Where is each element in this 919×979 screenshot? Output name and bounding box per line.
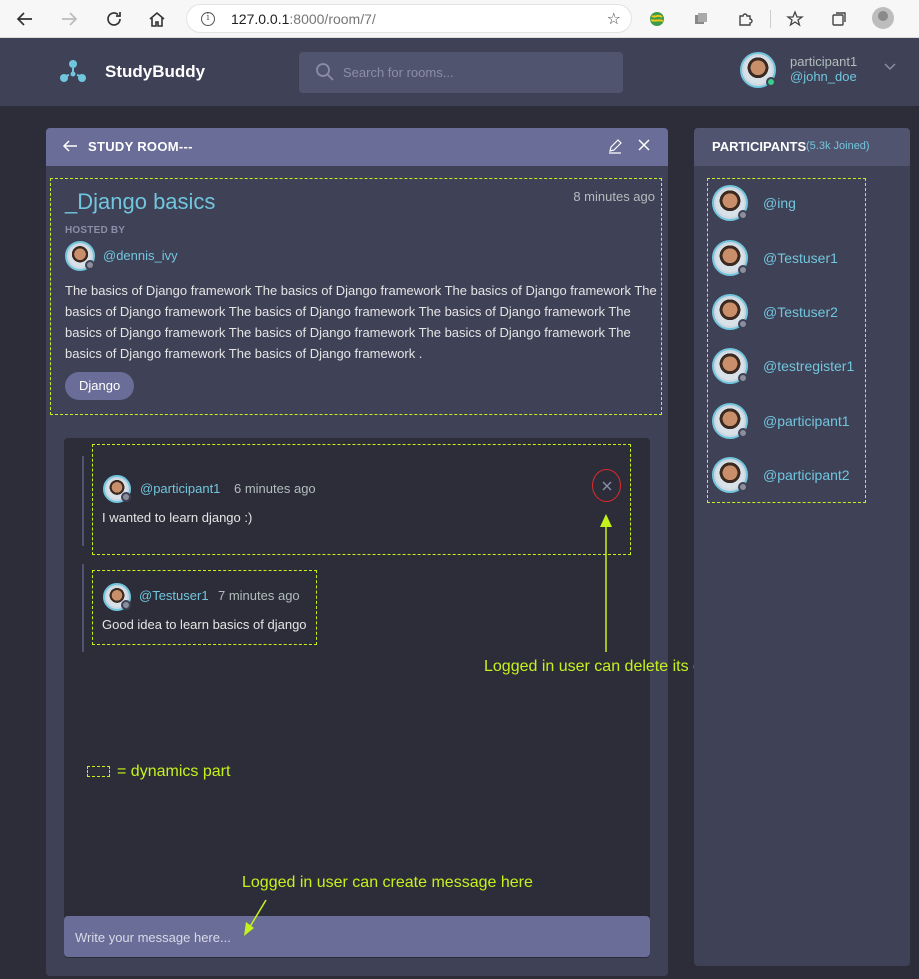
browser-toolbar: i 127.0.0.1:8000/room/7/ ☆ xyxy=(0,0,919,38)
room-header: STUDY ROOM--- xyxy=(46,128,668,166)
room-description: The basics of Django framework The basic… xyxy=(65,283,657,361)
participants-list: @ing @Testuser1 @Testuser2 @testregister… xyxy=(707,178,866,503)
offline-status-dot xyxy=(738,210,748,220)
brand-name[interactable]: StudyBuddy xyxy=(105,62,205,82)
participant-avatar[interactable] xyxy=(712,348,748,384)
offline-status-dot xyxy=(85,260,95,270)
participants-count: (5.3k Joined) xyxy=(806,140,870,152)
app-header: StudyBuddy participant1 @john_doe xyxy=(0,38,919,106)
host-avatar[interactable] xyxy=(65,241,95,271)
dynamic-legend-swatch xyxy=(87,766,110,777)
participant-item[interactable]: @ing xyxy=(712,185,862,223)
extension-tabs-icon[interactable] xyxy=(690,8,712,30)
close-icon[interactable] xyxy=(636,137,652,153)
studybuddy-logo-icon[interactable] xyxy=(58,59,88,85)
room-search[interactable] xyxy=(299,52,623,93)
message-time: 7 minutes ago xyxy=(218,588,300,603)
user-avatar[interactable] xyxy=(740,52,776,88)
browser-profile-icon[interactable] xyxy=(872,7,894,29)
message-input[interactable] xyxy=(75,927,635,947)
message-time: 6 minutes ago xyxy=(234,481,316,496)
legend-annotation-note: = dynamics part xyxy=(117,763,231,780)
participants-header: PARTICIPANTS (5.3k Joined) xyxy=(694,128,910,166)
participant-avatar[interactable] xyxy=(712,457,748,493)
user-handle: @john_doe xyxy=(790,69,857,84)
forward-arrow-icon[interactable] xyxy=(56,6,82,32)
participant-item[interactable]: @participant2 xyxy=(712,457,862,495)
participant-name[interactable]: @participant2 xyxy=(763,467,850,483)
participant-avatar[interactable] xyxy=(712,185,748,221)
extension-globe-icon[interactable] xyxy=(646,8,668,30)
participant-name[interactable]: @testregister1 xyxy=(763,358,854,374)
participant-name[interactable]: @Testuser2 xyxy=(763,304,838,320)
back-arrow-icon[interactable] xyxy=(12,6,38,32)
room-created-time: 8 minutes ago xyxy=(573,189,655,204)
participant-avatar[interactable] xyxy=(712,294,748,330)
add-favorite-icon[interactable]: ☆ xyxy=(607,9,621,28)
message-thread-line xyxy=(82,456,84,546)
extensions-puzzle-icon[interactable] xyxy=(734,8,756,30)
message-thread-line xyxy=(82,564,84,652)
room-details: _Django basics 8 minutes ago HOSTED BY @… xyxy=(50,178,662,415)
participant-avatar[interactable] xyxy=(712,403,748,439)
search-icon xyxy=(315,62,335,82)
room-panel: STUDY ROOM--- _Django basics 8 minutes a… xyxy=(46,128,668,976)
offline-status-dot xyxy=(738,265,748,275)
participant-item[interactable]: @testregister1 xyxy=(712,348,862,386)
collections-icon[interactable] xyxy=(828,8,850,30)
host-name-link[interactable]: @dennis_ivy xyxy=(103,248,178,263)
message-body: Good idea to learn basics of django xyxy=(102,617,307,632)
reload-icon[interactable] xyxy=(101,6,127,32)
offline-status-dot xyxy=(738,319,748,329)
favorites-icon[interactable] xyxy=(784,8,806,30)
room-name: _Django basics xyxy=(65,189,216,214)
participant-item[interactable]: @participant1 xyxy=(712,403,862,441)
create-annotation-note: Logged in user can create message here xyxy=(242,874,533,891)
offline-status-dot xyxy=(121,492,131,502)
message-item: @participant1 6 minutes ago I wanted to … xyxy=(92,444,631,555)
message-author[interactable]: @Testuser1 xyxy=(139,588,209,603)
search-input[interactable] xyxy=(343,62,603,82)
message-composer[interactable] xyxy=(64,916,650,957)
edit-pencil-icon[interactable] xyxy=(607,138,623,154)
message-item: @Testuser1 7 minutes ago Good idea to le… xyxy=(92,570,317,645)
participant-avatar[interactable] xyxy=(712,240,748,276)
user-menu[interactable]: participant1 @john_doe xyxy=(740,52,910,92)
online-status-dot xyxy=(766,77,776,87)
participant-item[interactable]: @Testuser2 xyxy=(712,294,862,332)
site-info-icon[interactable]: i xyxy=(201,12,215,26)
message-author[interactable]: @participant1 xyxy=(140,481,220,496)
topic-tag[interactable]: Django xyxy=(65,372,135,400)
participant-name[interactable]: @participant1 xyxy=(763,413,850,429)
room-header-title: STUDY ROOM--- xyxy=(88,139,193,154)
participants-title: PARTICIPANTS xyxy=(712,139,807,154)
toolbar-divider xyxy=(770,10,771,28)
participants-panel: PARTICIPANTS (5.3k Joined) @ing @Testuse… xyxy=(694,128,910,966)
participant-name[interactable]: @ing xyxy=(763,195,796,211)
message-author-avatar[interactable] xyxy=(103,583,131,611)
offline-status-dot xyxy=(121,600,131,610)
home-icon[interactable] xyxy=(144,6,170,32)
url-text: 127.0.0.1:8000/room/7/ xyxy=(231,11,376,27)
participant-item[interactable]: @Testuser1 xyxy=(712,240,862,278)
chevron-down-icon[interactable] xyxy=(883,59,897,73)
back-arrow-icon[interactable] xyxy=(62,138,78,154)
offline-status-dot xyxy=(738,428,748,438)
offline-status-dot xyxy=(738,373,748,383)
address-bar[interactable]: i 127.0.0.1:8000/room/7/ ☆ xyxy=(186,4,632,33)
message-author-avatar[interactable] xyxy=(103,475,131,503)
hosted-by-label: HOSTED BY xyxy=(65,225,126,236)
message-body: I wanted to learn django :) xyxy=(102,510,253,525)
participant-name[interactable]: @Testuser1 xyxy=(763,250,838,266)
delete-message-close-icon[interactable] xyxy=(599,478,615,494)
user-name: participant1 xyxy=(790,54,858,69)
offline-status-dot xyxy=(738,482,748,492)
